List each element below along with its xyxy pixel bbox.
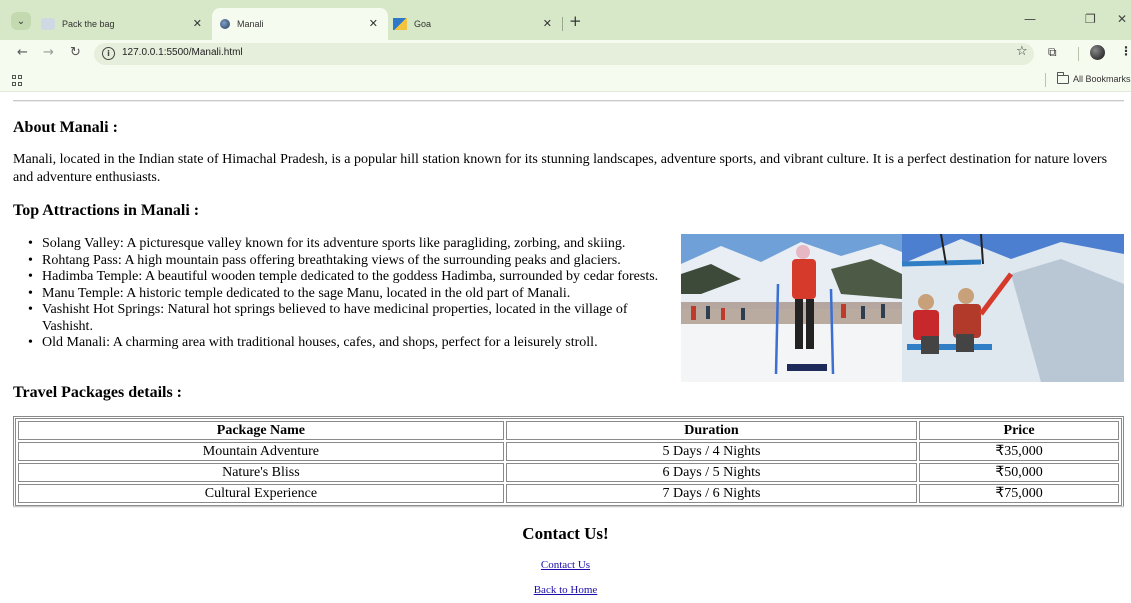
price-cell: ₹75,000 bbox=[919, 484, 1119, 503]
all-bookmarks-link[interactable]: All Bookmarks bbox=[1073, 74, 1131, 84]
goa-favicon bbox=[393, 18, 407, 30]
bag-favicon bbox=[41, 18, 55, 30]
about-paragraph: Manali, located in the Indian state of H… bbox=[13, 152, 1108, 185]
package-name-cell: Cultural Experience bbox=[18, 484, 504, 503]
price-cell: ₹50,000 bbox=[919, 463, 1119, 482]
list-item: Rohtang Pass: A high mountain pass offer… bbox=[28, 253, 668, 270]
tab-divider bbox=[562, 17, 563, 31]
column-header: Duration bbox=[505, 421, 918, 440]
profile-avatar[interactable] bbox=[1090, 45, 1105, 60]
toolbar-divider bbox=[1078, 47, 1079, 61]
package-name-cell: Nature's Bliss bbox=[18, 463, 504, 482]
contact-heading: Contact Us! bbox=[522, 524, 609, 543]
bookmarks-divider bbox=[1045, 73, 1046, 87]
browser-toolbar: ← → ↻ i 127.0.0.1:5500/Manali.html bbox=[0, 40, 1131, 68]
globe-favicon bbox=[220, 19, 230, 29]
table-row: Nature's Bliss 6 Days / 5 Nights ₹50,000 bbox=[18, 463, 1119, 482]
table-header-row: Package Name Duration Price bbox=[18, 421, 1119, 440]
site-info-icon[interactable]: i bbox=[102, 47, 115, 60]
tab-title: Pack the bag bbox=[62, 19, 115, 29]
list-item: Solang Valley: A picturesque valley know… bbox=[28, 236, 668, 253]
price-cell: ₹35,000 bbox=[919, 442, 1119, 461]
close-icon[interactable]: ✕ bbox=[193, 17, 202, 30]
address-bar[interactable]: i 127.0.0.1:5500/Manali.html bbox=[94, 43, 1034, 65]
table-row: Cultural Experience 7 Days / 6 Nights ₹7… bbox=[18, 484, 1119, 503]
bookmarks-bar: All Bookmarks bbox=[0, 68, 1131, 92]
column-header: Package Name bbox=[18, 421, 504, 440]
duration-cell: 5 Days / 4 Nights bbox=[505, 442, 918, 461]
manali-snow-photo bbox=[681, 234, 1124, 382]
footer-divider bbox=[13, 506, 1124, 508]
new-tab-plus-icon[interactable]: + bbox=[569, 12, 582, 30]
minimize-icon[interactable]: — bbox=[1024, 12, 1036, 26]
chevron-down-icon: ⌄ bbox=[16, 15, 26, 27]
attractions-heading: Top Attractions in Manali : bbox=[13, 202, 200, 219]
packages-heading: Travel Packages details : bbox=[13, 384, 183, 401]
attractions-list: Solang Valley: A picturesque valley know… bbox=[28, 236, 668, 352]
close-window-icon[interactable]: ✕ bbox=[1117, 12, 1127, 26]
duration-cell: 7 Days / 6 Nights bbox=[505, 484, 918, 503]
packages-table: Package Name Duration Price Mountain Adv… bbox=[13, 416, 1124, 508]
column-header: Price bbox=[919, 421, 1119, 440]
page-content: About Manali : Manali, located in the In… bbox=[0, 92, 1131, 603]
close-icon[interactable]: ✕ bbox=[369, 17, 378, 30]
table-row: Mountain Adventure 5 Days / 4 Nights ₹35… bbox=[18, 442, 1119, 461]
contact-us-link[interactable]: Contact Us bbox=[0, 559, 1131, 571]
tab-strip: ⌄ Pack the bag ✕ Manali ✕ Goa ✕ + — ❐ ✕ bbox=[0, 0, 1131, 40]
duration-cell: 6 Days / 5 Nights bbox=[505, 463, 918, 482]
forward-arrow-icon[interactable]: → bbox=[43, 45, 54, 60]
restore-icon[interactable]: ❐ bbox=[1085, 12, 1096, 26]
tab-pack-the-bag[interactable]: Pack the bag ✕ bbox=[34, 8, 212, 40]
package-name-cell: Mountain Adventure bbox=[18, 442, 504, 461]
about-heading: About Manali : bbox=[13, 119, 118, 136]
url-text[interactable]: 127.0.0.1:5500/Manali.html bbox=[122, 47, 243, 58]
list-item: Hadimba Temple: A beautiful wooden templ… bbox=[28, 269, 668, 286]
back-arrow-icon[interactable]: ← bbox=[17, 45, 28, 60]
tab-search-button[interactable]: ⌄ bbox=[11, 12, 31, 30]
kebab-menu-icon[interactable]: ⋮ bbox=[1120, 44, 1131, 58]
tab-title: Goa bbox=[414, 19, 432, 29]
apps-grid-icon[interactable] bbox=[12, 75, 23, 86]
bookmark-star-icon[interactable]: ☆ bbox=[1016, 44, 1028, 59]
tab-title: Manali bbox=[237, 19, 264, 29]
list-item: Vashisht Hot Springs: Natural hot spring… bbox=[28, 302, 668, 335]
list-item: Old Manali: A charming area with traditi… bbox=[28, 335, 668, 352]
tab-manali[interactable]: Manali ✕ bbox=[212, 8, 388, 40]
close-icon[interactable]: ✕ bbox=[543, 17, 552, 30]
folder-icon[interactable] bbox=[1057, 72, 1069, 84]
back-to-home-link[interactable]: Back to Home bbox=[0, 584, 1131, 596]
extensions-puzzle-icon[interactable]: ⧉ bbox=[1048, 45, 1057, 60]
list-item: Manu Temple: A historic temple dedicated… bbox=[28, 286, 668, 303]
reload-icon[interactable]: ↻ bbox=[70, 45, 81, 60]
top-divider bbox=[13, 100, 1124, 102]
tab-goa[interactable]: Goa ✕ bbox=[388, 8, 562, 40]
